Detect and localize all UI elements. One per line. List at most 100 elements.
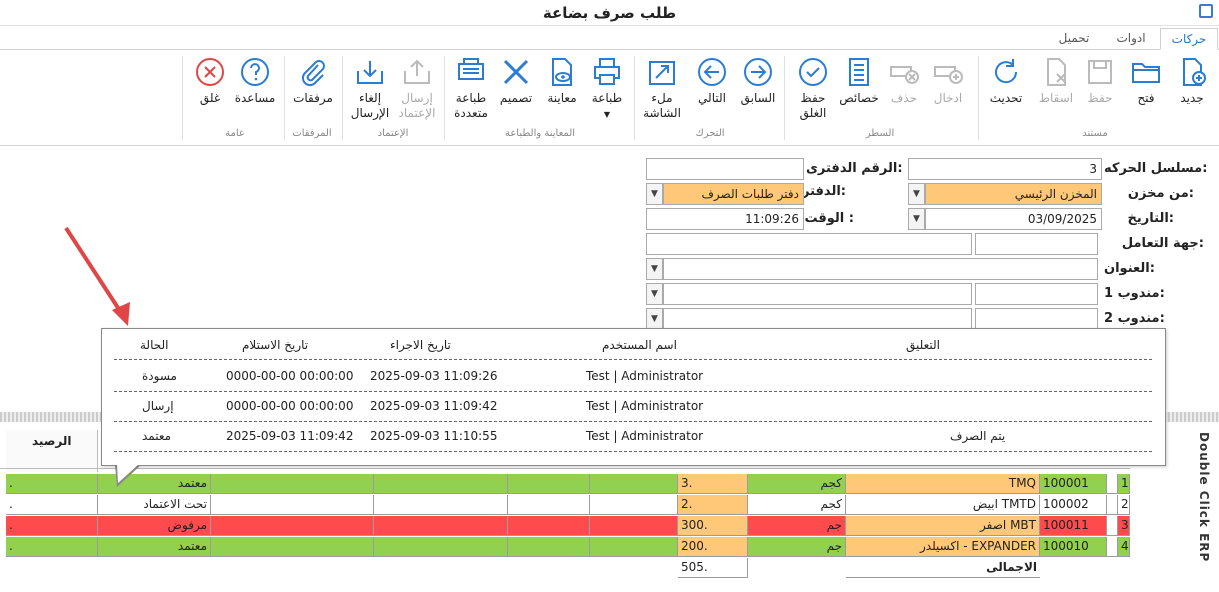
multi-print-button[interactable]: طباعة متعددة (450, 56, 492, 121)
cell-idx[interactable]: 4 (1118, 537, 1130, 557)
arrow-shaft (64, 226, 124, 316)
cell-e3[interactable] (374, 516, 508, 536)
cell-unit[interactable]: جم (748, 537, 846, 557)
party-name-field[interactable] (646, 233, 972, 255)
new-button[interactable]: جديد (1172, 56, 1212, 106)
cell-e4[interactable] (211, 516, 374, 536)
cell-name[interactable]: اصفر MBT (846, 516, 1040, 536)
cell-bal[interactable]: . (6, 474, 98, 494)
cell-unit[interactable]: جم (748, 516, 846, 536)
cell-e2[interactable] (508, 537, 590, 557)
book-select[interactable]: دفتر طلبات الصرف (663, 183, 804, 205)
cell-name[interactable]: اكسيلدر - EXPANDER (846, 537, 1040, 557)
rep2-name-field[interactable] (663, 308, 972, 330)
send-approval-button[interactable]: إرسال الإعتماد (396, 56, 438, 121)
save-button[interactable]: حفظ (1080, 56, 1120, 106)
serial-field[interactable]: 3 (908, 158, 1102, 180)
table-row[interactable]: 2 100002 ابيض TMTD كجم 2. تحت الاعتماد. (0, 495, 1130, 515)
date-dropdown-icon[interactable]: ▼ (908, 208, 925, 230)
cell-e3[interactable] (374, 537, 508, 557)
cell-code[interactable]: 100011 (1040, 516, 1107, 536)
store-select[interactable]: المخزن الرئيسي (925, 183, 1102, 205)
rep1-name-field[interactable] (663, 283, 972, 305)
tab-transactions[interactable]: حركات (1160, 28, 1218, 50)
cell-unit[interactable]: كجم (748, 495, 846, 515)
table-row[interactable]: 3 100011 اصفر MBT جم 300. مرفوض. (0, 516, 1130, 536)
cell-bal[interactable]: . (6, 495, 98, 515)
rep1-dropdown-icon[interactable]: ▼ (646, 283, 663, 305)
attachments-button[interactable]: مرفقات (290, 56, 336, 106)
cell-e3[interactable] (374, 495, 508, 515)
popup-header-user: اسم المستخدم (602, 338, 677, 352)
cell-code[interactable]: 100001 (1040, 474, 1107, 494)
cell-idx[interactable]: 3 (1118, 516, 1130, 536)
cell-status[interactable]: مرفوض (98, 516, 211, 536)
cell-empty[interactable] (1107, 537, 1118, 557)
fullscreen-button[interactable]: ملء الشاشة (638, 56, 686, 121)
cell-e1[interactable] (590, 474, 678, 494)
cell-qty[interactable]: 300. (678, 516, 748, 536)
cell-e1[interactable] (590, 495, 678, 515)
save-close-button[interactable]: حفظ الغلق (790, 56, 836, 121)
preview-button[interactable]: معاينة (542, 56, 582, 106)
cell-e4[interactable] (211, 474, 374, 494)
cell-e4[interactable] (211, 537, 374, 557)
insert-line-button[interactable]: ادخال (928, 56, 968, 106)
cell-e4[interactable] (211, 495, 374, 515)
cell-bal[interactable]: . (6, 516, 98, 536)
cell-unit[interactable]: كجم (748, 474, 846, 494)
table-row[interactable]: 1 100001 TMQ كجم 3. معتمد. (0, 474, 1130, 494)
cell-idx[interactable]: 2 (1118, 495, 1130, 515)
party-code-field[interactable] (975, 233, 1098, 255)
cell-qty[interactable]: 200. (678, 537, 748, 557)
refresh-button[interactable]: تحديث (984, 56, 1028, 106)
cell-empty[interactable] (1107, 495, 1118, 515)
cell-idx[interactable]: 1 (1118, 474, 1130, 494)
cell-status[interactable]: معتمد (98, 537, 211, 557)
close-button[interactable]: غلق (192, 56, 228, 106)
cell-qty[interactable]: 3. (678, 474, 748, 494)
cell-e1[interactable] (590, 537, 678, 557)
previous-button[interactable]: السابق (736, 56, 780, 106)
cell-e2[interactable] (508, 474, 590, 494)
cell-name[interactable]: ابيض TMTD (846, 495, 1040, 515)
table-row[interactable]: 4 100010 اكسيلدر - EXPANDER جم 200. معتمد. (0, 537, 1130, 557)
time-field[interactable]: 11:09:26 (646, 208, 804, 230)
drop-button[interactable]: اسقاط (1034, 56, 1078, 106)
cell-status[interactable]: تحت الاعتماد (98, 495, 211, 515)
cell-code[interactable]: 100002 (1040, 495, 1107, 515)
design-button[interactable]: تصميم (496, 56, 536, 106)
open-button[interactable]: فتح (1126, 56, 1166, 106)
rep2-code-field[interactable] (975, 308, 1098, 330)
ledger-label: الرقم الدفترى: (806, 161, 903, 176)
ledger-field[interactable] (646, 158, 804, 180)
tab-tools[interactable]: ادوات (1108, 28, 1154, 50)
cell-e1[interactable] (590, 516, 678, 536)
book-dropdown-icon[interactable]: ▼ (646, 183, 663, 205)
date-field[interactable]: 03/09/2025 (925, 208, 1102, 230)
rep1-code-field[interactable] (975, 283, 1098, 305)
cell-qty[interactable]: 2. (678, 495, 748, 515)
popup-header-recv-date: تاريخ الاستلام (242, 338, 309, 352)
properties-button[interactable]: خصائص (838, 56, 880, 106)
help-button[interactable]: مساعدة (232, 56, 278, 106)
cell-name[interactable]: TMQ (846, 474, 1040, 494)
cell-empty[interactable] (1107, 516, 1118, 536)
print-button[interactable]: طباعة ▼ (586, 56, 628, 122)
delete-line-button[interactable]: حذف (884, 56, 924, 106)
cell-code[interactable]: 100010 (1040, 537, 1107, 557)
address-field[interactable] (663, 258, 1098, 280)
cell-e3[interactable] (374, 474, 508, 494)
address-dropdown-icon[interactable]: ▼ (646, 258, 663, 280)
folder-icon (1132, 63, 1160, 83)
cell-empty[interactable] (1107, 474, 1118, 494)
store-dropdown-icon[interactable]: ▼ (908, 183, 925, 205)
tab-load[interactable]: تحميل (1048, 28, 1100, 50)
balance-header[interactable]: الرصيد (6, 430, 98, 472)
cell-bal[interactable]: . (6, 537, 98, 557)
rep2-dropdown-icon[interactable]: ▼ (646, 308, 663, 330)
next-button[interactable]: التالي (692, 56, 732, 106)
cell-e2[interactable] (508, 516, 590, 536)
cancel-send-button[interactable]: إلغاء الإرسال (348, 56, 392, 121)
cell-e2[interactable] (508, 495, 590, 515)
